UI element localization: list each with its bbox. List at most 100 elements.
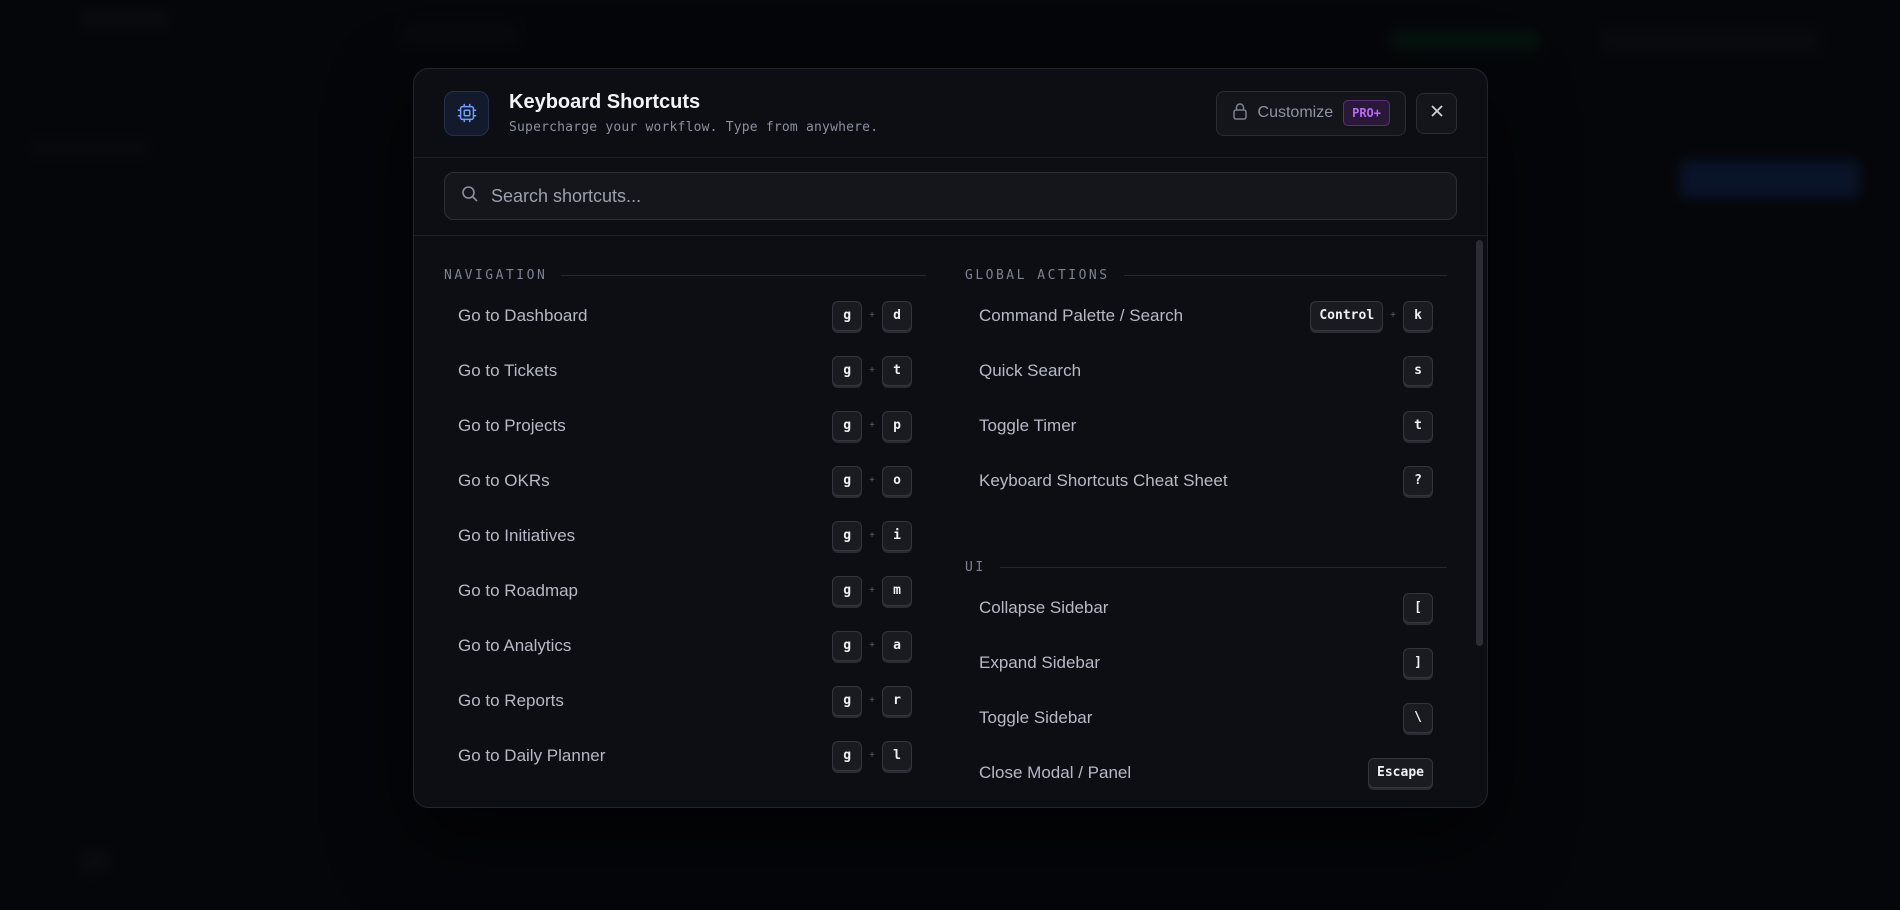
plus-separator: + [869, 420, 875, 431]
shortcut-label: Go to Initiatives [458, 525, 576, 545]
divider [999, 566, 1447, 568]
key-cap: g [832, 630, 863, 661]
shortcut-row[interactable]: Keyboard Shortcuts Cheat Sheet? [965, 453, 1447, 508]
plus-separator: + [869, 310, 875, 321]
key-cap: g [832, 685, 863, 716]
shortcut-row[interactable]: Command Palette / Search Control + k [965, 288, 1447, 343]
search-box[interactable] [444, 172, 1457, 220]
shortcut-row[interactable]: Close Modal / Panel Escape [965, 745, 1447, 800]
shortcut-label: Go to Reports [458, 690, 564, 710]
shortcut-label: Go to Roadmap [458, 580, 579, 600]
scrollbar[interactable] [1476, 240, 1483, 646]
section-label-global-actions: GLOBAL ACTIONS [965, 267, 1110, 283]
key-cap: o [882, 465, 912, 496]
modal-header: Keyboard Shortcuts Supercharge your work… [414, 69, 1487, 158]
section-header: GLOBAL ACTIONS [965, 266, 1447, 284]
shortcut-row[interactable]: Collapse Sidebar [ [965, 580, 1447, 635]
shortcut-keys: g + a [832, 630, 912, 661]
key-cap: g [832, 740, 863, 771]
plus-separator: + [869, 640, 875, 651]
shortcut-label: Go to Tickets [458, 360, 558, 380]
shortcut-row[interactable]: Go to Dashboard g + d [444, 288, 926, 343]
key-cap: r [882, 685, 912, 716]
shortcut-keys: g + m [832, 575, 912, 606]
shortcut-keys: t [1403, 410, 1433, 441]
shortcut-row[interactable]: Go to Roadmap g + m [444, 563, 926, 618]
key-cap: d [882, 300, 912, 331]
customize-button[interactable]: Customize PRO+ [1215, 90, 1406, 136]
key-cap: i [882, 520, 912, 551]
shortcut-keys: g + r [832, 685, 912, 716]
plus-separator: + [869, 585, 875, 596]
key-cap: Escape [1368, 757, 1433, 788]
plus-separator: + [869, 695, 875, 706]
key-cap: ? [1403, 465, 1433, 496]
shortcut-row[interactable]: Go to Tickets g + t [444, 343, 926, 398]
section-label-navigation: NAVIGATION [444, 267, 548, 283]
plus-separator: + [1390, 310, 1396, 321]
shortcut-keys: s [1403, 355, 1433, 386]
key-cap: l [882, 740, 912, 771]
key-cap: m [882, 575, 912, 606]
modal-subtitle: Supercharge your workflow. Type from any… [509, 120, 879, 135]
shortcut-keys: ? [1403, 465, 1433, 496]
shortcut-row[interactable]: Go to OKRs g + o [444, 453, 926, 508]
divider [561, 274, 926, 276]
key-cap: t [1403, 410, 1433, 441]
key-cap: g [832, 355, 863, 386]
plus-separator: + [869, 530, 875, 541]
shortcut-label: Go to Daily Planner [458, 745, 606, 765]
shortcut-label: Go to Dashboard [458, 305, 588, 325]
search-input[interactable] [491, 185, 1440, 207]
lock-icon [1232, 102, 1248, 125]
shortcut-row[interactable]: Toggle Sidebar \ [965, 690, 1447, 745]
key-cap: g [832, 575, 863, 606]
shortcut-row[interactable]: Toggle Timer t [965, 398, 1447, 453]
shortcut-row[interactable]: Go to Daily Planner g + l [444, 728, 926, 783]
key-cap: a [882, 630, 912, 661]
shortcut-row[interactable]: Go to Analytics g + a [444, 618, 926, 673]
key-cap: g [832, 410, 863, 441]
chip-icon [444, 90, 489, 136]
key-cap: \ [1403, 702, 1433, 733]
key-cap: ] [1403, 647, 1433, 678]
keyboard-shortcuts-modal: Keyboard Shortcuts Supercharge your work… [413, 68, 1488, 808]
key-cap: t [882, 355, 912, 386]
shortcut-row[interactable]: Go to Projects g + p [444, 398, 926, 453]
shortcut-label: Toggle Sidebar [979, 707, 1093, 727]
shortcut-keys: g + i [832, 520, 912, 551]
shortcuts-list[interactable]: NAVIGATION Go to Dashboard g + d Go to Ticke… [414, 236, 1487, 807]
shortcut-label: Command Palette / Search [979, 305, 1184, 325]
shortcut-row[interactable]: Quick Search s [965, 343, 1447, 398]
shortcut-keys: g + t [832, 355, 912, 386]
actions-column: GLOBAL ACTIONS Command Palette / Search C… [965, 266, 1447, 800]
key-cap: k [1403, 300, 1433, 331]
section-header: UI [965, 558, 1447, 576]
shortcut-label: Collapse Sidebar [979, 597, 1109, 617]
plus-separator: + [869, 750, 875, 761]
customize-label: Customize [1257, 104, 1334, 121]
navigation-column: NAVIGATION Go to Dashboard g + d Go to Ticke… [444, 266, 926, 783]
shortcut-label: Go to Projects [458, 415, 566, 435]
key-cap: s [1403, 355, 1433, 386]
key-cap: g [832, 300, 863, 331]
shortcut-label: Expand Sidebar [979, 652, 1100, 672]
divider [1123, 274, 1447, 276]
shortcut-row[interactable]: Go to Reports g + r [444, 673, 926, 728]
plus-separator: + [869, 475, 875, 486]
close-icon [1430, 104, 1444, 123]
shortcut-row[interactable]: Expand Sidebar] [965, 635, 1447, 690]
shortcut-label: Go to Analytics [458, 635, 572, 655]
shortcut-keys: ] [1403, 647, 1433, 678]
shortcut-row[interactable]: Go to Initiatives g + i [444, 508, 926, 563]
shortcut-label: Keyboard Shortcuts Cheat Sheet [979, 470, 1228, 490]
close-button[interactable] [1416, 92, 1457, 134]
shortcut-label: Toggle Timer [979, 415, 1077, 435]
key-cap: p [882, 410, 912, 441]
search-icon [461, 185, 479, 208]
shortcut-keys: g + l [832, 740, 912, 771]
shortcut-keys: g + d [832, 300, 912, 331]
plus-separator: + [869, 365, 875, 376]
shortcut-keys: g + p [832, 410, 912, 441]
pro-badge: PRO+ [1343, 100, 1390, 126]
